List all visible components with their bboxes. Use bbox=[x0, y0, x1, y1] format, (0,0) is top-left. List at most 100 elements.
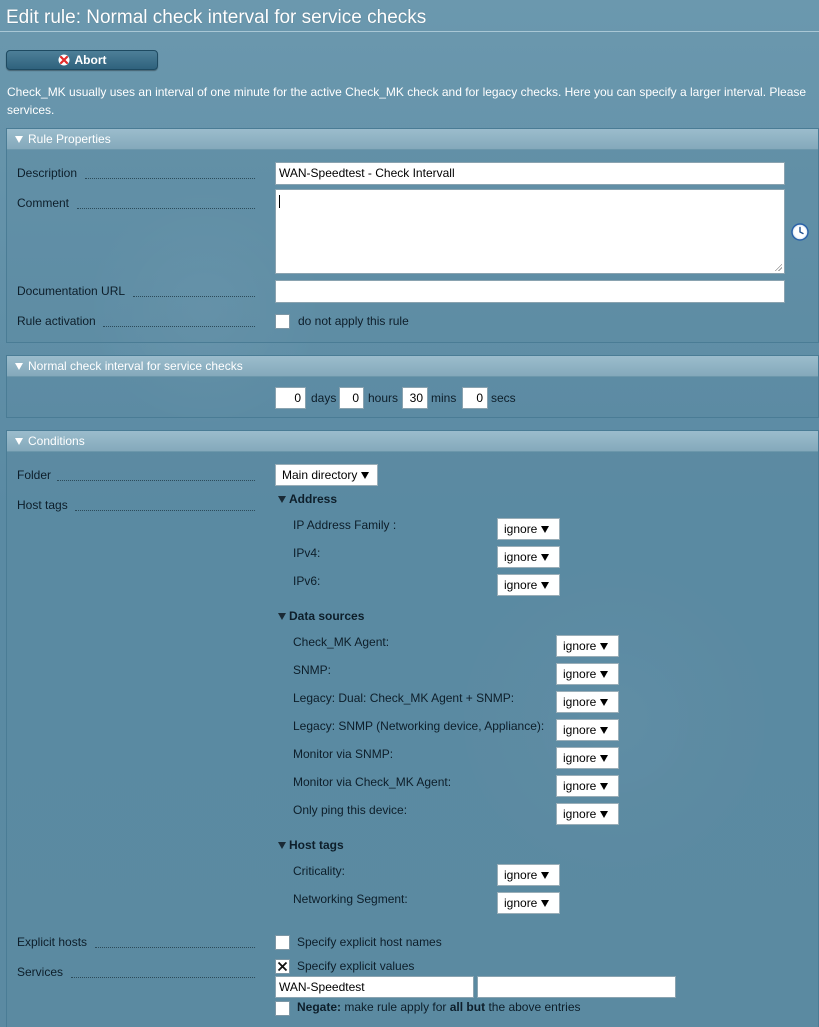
comment-label: Comment bbox=[17, 196, 70, 210]
rule-properties-header[interactable]: Rule Properties bbox=[7, 129, 818, 150]
chevron-down-icon bbox=[600, 754, 609, 762]
chevron-down-icon bbox=[600, 670, 609, 678]
conditions-header[interactable]: Conditions bbox=[7, 431, 818, 452]
collapse-triangle-icon bbox=[15, 362, 23, 370]
folder-selected-value: Main directory bbox=[282, 468, 358, 482]
chevron-down-icon bbox=[361, 471, 370, 479]
tag-label: Only ping this device: bbox=[293, 803, 408, 817]
tag-select-ip-address-family[interactable]: ignore bbox=[497, 518, 560, 540]
tag-label: SNMP: bbox=[293, 663, 332, 677]
tag-select-criticality[interactable]: ignore bbox=[497, 864, 560, 886]
interval-header[interactable]: Normal check interval for service checks bbox=[7, 356, 818, 377]
tag-select-ipv6[interactable]: ignore bbox=[497, 574, 560, 596]
host-tags-label: Host tags bbox=[17, 498, 68, 512]
tag-label: Monitor via Check_MK Agent: bbox=[293, 775, 452, 789]
chevron-down-icon bbox=[600, 698, 609, 706]
tag-label: IPv6: bbox=[293, 574, 321, 588]
chevron-down-icon bbox=[541, 581, 550, 589]
chevron-down-icon bbox=[600, 726, 609, 734]
abort-button[interactable]: Abort bbox=[6, 50, 158, 70]
dotted-leader bbox=[71, 977, 255, 978]
explicit-values-checkbox-label: Specify explicit values bbox=[297, 959, 415, 973]
rule-help-text: Check_MK usually uses an interval of one… bbox=[7, 83, 819, 119]
tag-select-monitor-agent[interactable]: ignore bbox=[556, 775, 619, 797]
folder-select[interactable]: Main directory bbox=[275, 464, 378, 486]
tag-group-data-sources[interactable]: Data sources bbox=[278, 609, 364, 623]
tag-select-value: ignore bbox=[563, 779, 597, 793]
dotted-leader bbox=[75, 510, 255, 511]
comment-textarea[interactable] bbox=[275, 189, 785, 274]
tag-label: IP Address Family : bbox=[293, 518, 397, 532]
tag-select-value: ignore bbox=[504, 522, 538, 536]
tag-group-name: Address bbox=[289, 492, 338, 506]
tag-group-host-tags[interactable]: Host tags bbox=[278, 838, 344, 852]
mins-unit: mins bbox=[431, 391, 457, 405]
clock-icon[interactable] bbox=[791, 223, 809, 241]
services-label: Services bbox=[17, 965, 64, 979]
tag-select-networking-segment[interactable]: ignore bbox=[497, 892, 560, 914]
resize-grip-icon[interactable] bbox=[774, 263, 782, 271]
explicit-values-checkbox[interactable] bbox=[275, 959, 290, 974]
hours-input[interactable]: 0 bbox=[339, 387, 364, 409]
collapse-triangle-icon bbox=[278, 612, 286, 620]
dotted-leader bbox=[85, 178, 255, 179]
mins-input[interactable]: 30 bbox=[402, 387, 428, 409]
tag-select-value: ignore bbox=[563, 695, 597, 709]
service-entry-input[interactable]: WAN-Speedtest bbox=[275, 976, 474, 998]
tag-select-snmp[interactable]: ignore bbox=[556, 663, 619, 685]
tag-select-ipv4[interactable]: ignore bbox=[497, 546, 560, 568]
description-input[interactable]: WAN-Speedtest - Check Intervall bbox=[275, 162, 785, 185]
collapse-triangle-icon bbox=[15, 135, 23, 143]
negate-bold-2: all but bbox=[449, 1000, 486, 1014]
doc-url-input[interactable] bbox=[275, 280, 785, 303]
tag-label: Legacy: SNMP (Networking device, Applian… bbox=[293, 719, 545, 733]
tag-select-value: ignore bbox=[504, 868, 538, 882]
conditions-title: Conditions bbox=[28, 434, 85, 448]
chevron-down-icon bbox=[541, 525, 550, 533]
negate-checkbox[interactable] bbox=[275, 1001, 290, 1016]
secs-unit: secs bbox=[491, 391, 516, 405]
page-title: Edit rule: Normal check interval for ser… bbox=[6, 7, 427, 28]
chevron-down-icon bbox=[541, 553, 550, 561]
tag-select-legacy-dual[interactable]: ignore bbox=[556, 691, 619, 713]
tag-label: Monitor via SNMP: bbox=[293, 747, 394, 761]
tag-select-value: ignore bbox=[563, 807, 597, 821]
secs-input[interactable]: 0 bbox=[462, 387, 488, 409]
abort-label: Abort bbox=[74, 53, 107, 67]
dotted-leader bbox=[77, 208, 255, 209]
tag-label: IPv4: bbox=[293, 546, 321, 560]
days-unit: days bbox=[311, 391, 337, 405]
tag-select-only-ping[interactable]: ignore bbox=[556, 803, 619, 825]
text-caret bbox=[279, 195, 280, 208]
checkmark-x-icon bbox=[277, 961, 288, 972]
dotted-leader bbox=[95, 947, 255, 948]
dotted-leader bbox=[57, 480, 255, 481]
do-not-apply-checkbox[interactable] bbox=[275, 314, 290, 329]
tag-select-legacy-snmp[interactable]: ignore bbox=[556, 719, 619, 741]
help-line-2: services. bbox=[7, 103, 55, 117]
collapse-triangle-icon bbox=[278, 841, 286, 849]
tag-group-address[interactable]: Address bbox=[278, 492, 337, 506]
hours-unit: hours bbox=[368, 391, 399, 405]
description-label: Description bbox=[17, 166, 78, 180]
days-input[interactable]: 0 bbox=[275, 387, 306, 409]
chevron-down-icon bbox=[600, 782, 609, 790]
negate-label: Negate: make rule apply for all but the … bbox=[297, 1000, 581, 1014]
tag-select-value: ignore bbox=[563, 639, 597, 653]
tag-select-monitor-snmp[interactable]: ignore bbox=[556, 747, 619, 769]
dotted-leader bbox=[103, 326, 255, 327]
service-entry-input-empty[interactable] bbox=[477, 976, 676, 998]
collapse-triangle-icon bbox=[278, 495, 286, 503]
tag-select-value: ignore bbox=[563, 751, 597, 765]
negate-bold: Negate: bbox=[297, 1000, 342, 1014]
tag-select-check-mk-agent[interactable]: ignore bbox=[556, 635, 619, 657]
tag-label: Check_MK Agent: bbox=[293, 635, 390, 649]
tag-label: Networking Segment: bbox=[293, 892, 408, 906]
help-line-1: Check_MK usually uses an interval of one… bbox=[7, 85, 807, 99]
tag-select-value: ignore bbox=[504, 896, 538, 910]
tag-select-value: ignore bbox=[504, 550, 538, 564]
explicit-hosts-label: Explicit hosts bbox=[17, 935, 88, 949]
chevron-down-icon bbox=[541, 871, 550, 879]
explicit-hosts-checkbox[interactable] bbox=[275, 935, 290, 950]
interval-title: Normal check interval for service checks bbox=[28, 359, 243, 373]
